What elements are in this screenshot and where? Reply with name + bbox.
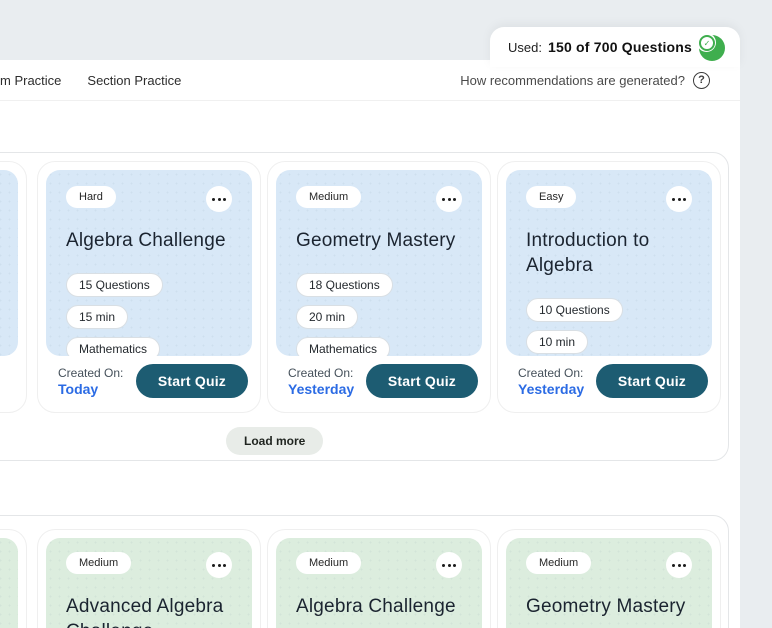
card-footer: Created On: Yesterday Start Quiz: [268, 354, 490, 412]
quiz-card-algebra-challenge-2: Medium Algebra Challenge: [267, 529, 491, 628]
quiz-title: Introduction to Algebra: [526, 228, 692, 278]
quiz-dashboard-page: Used: 150 of 700 Questions ✓ m Practice …: [0, 0, 772, 628]
quiz-card-panel: Medium Geometry Mastery: [506, 538, 712, 628]
difficulty-badge: Medium: [526, 552, 591, 574]
card-menu-button[interactable]: [206, 186, 232, 212]
load-more-button[interactable]: Load more: [226, 427, 323, 455]
created-on-value: Yesterday: [288, 381, 354, 397]
questions-chip: 15 Questions: [66, 273, 163, 297]
created-on-value: Yesterday: [518, 381, 584, 397]
created-on: Created On: Yesterday: [518, 366, 584, 397]
difficulty-badge: Medium: [66, 552, 131, 574]
recommendations-help-link[interactable]: How recommendations are generated? ?: [460, 72, 710, 89]
duration-chip: 15 min: [66, 305, 128, 329]
start-quiz-button[interactable]: Start Quiz: [596, 364, 708, 398]
quiz-card-algebra-challenge: Hard Algebra Challenge 15 Questions 15 m…: [37, 161, 261, 413]
start-quiz-button[interactable]: Start Quiz: [136, 364, 248, 398]
card-footer: Created On: Today Start Quiz: [38, 354, 260, 412]
quiz-title: Geometry Mastery: [296, 228, 462, 253]
tab-exam-practice[interactable]: m Practice: [0, 73, 61, 88]
quiz-title: Algebra Challenge: [296, 594, 462, 619]
card-menu-button[interactable]: [666, 186, 692, 212]
check-icon: ✓: [699, 35, 715, 51]
quiz-title: Geometry Mastery: [526, 594, 692, 619]
difficulty-badge: Medium: [296, 552, 361, 574]
tab-section-practice[interactable]: Section Practice: [87, 73, 181, 88]
quiz-card-advanced-algebra-challenge: Medium Advanced Algebra Challenge: [37, 529, 261, 628]
created-on-label: Created On:: [518, 366, 584, 380]
start-quiz-button[interactable]: Start Quiz: [366, 364, 478, 398]
quiz-card-partial: [0, 529, 27, 628]
created-on-label: Created On:: [288, 366, 354, 380]
created-on-value: Today: [58, 381, 123, 397]
quiz-meta-chips: 10 Questions 10 min Mathematics: [526, 298, 692, 356]
quiz-card-panel: Medium Advanced Algebra Challenge: [46, 538, 252, 628]
questions-chip: 18 Questions: [296, 273, 393, 297]
quiz-card-partial: [0, 161, 27, 413]
quiz-card-panel: [0, 538, 18, 628]
difficulty-badge: Easy: [526, 186, 576, 208]
previous-quizzes-section: Medium Advanced Algebra Challenge Medium…: [0, 515, 729, 628]
card-menu-button[interactable]: [436, 186, 462, 212]
coin-progress-check-icon: ✓: [696, 32, 726, 62]
duration-chip: 20 min: [296, 305, 358, 329]
quiz-card-introduction-to-algebra: Easy Introduction to Algebra 10 Question…: [497, 161, 721, 413]
quiz-meta-chips: 18 Questions 20 min Mathematics: [296, 273, 462, 356]
quiz-card-panel: Hard Algebra Challenge 15 Questions 15 m…: [46, 170, 252, 356]
difficulty-badge: Hard: [66, 186, 116, 208]
quiz-title: Advanced Algebra Challenge: [66, 594, 232, 628]
usage-value: 150 of 700 Questions: [548, 39, 692, 55]
created-on: Created On: Today: [58, 366, 123, 397]
difficulty-badge: Medium: [296, 186, 361, 208]
quiz-card-geometry-mastery-2: Medium Geometry Mastery: [497, 529, 721, 628]
questions-chip: 10 Questions: [526, 298, 623, 322]
help-text: How recommendations are generated?: [460, 73, 685, 88]
card-menu-button[interactable]: [206, 552, 232, 578]
quiz-card-panel: Medium Algebra Challenge: [276, 538, 482, 628]
recommended-quizzes-section: Hard Algebra Challenge 15 Questions 15 m…: [0, 152, 729, 461]
card-menu-button[interactable]: [666, 552, 692, 578]
card-menu-button[interactable]: [436, 552, 462, 578]
created-on: Created On: Yesterday: [288, 366, 354, 397]
created-on-label: Created On:: [58, 366, 123, 380]
quiz-card-geometry-mastery: Medium Geometry Mastery 18 Questions 20 …: [267, 161, 491, 413]
quiz-card-panel: Easy Introduction to Algebra 10 Question…: [506, 170, 712, 356]
duration-chip: 10 min: [526, 330, 588, 354]
card-footer: Created On: Yesterday Start Quiz: [498, 354, 720, 412]
question-mark-icon: ?: [693, 72, 710, 89]
quiz-title: Algebra Challenge: [66, 228, 232, 253]
usage-label: Used:: [508, 40, 542, 55]
usage-status-card: Used: 150 of 700 Questions ✓: [490, 27, 740, 67]
quiz-card-panel: Medium Geometry Mastery 18 Questions 20 …: [276, 170, 482, 356]
quiz-meta-chips: 15 Questions 15 min Mathematics: [66, 273, 232, 356]
quiz-card-panel: [0, 170, 18, 356]
